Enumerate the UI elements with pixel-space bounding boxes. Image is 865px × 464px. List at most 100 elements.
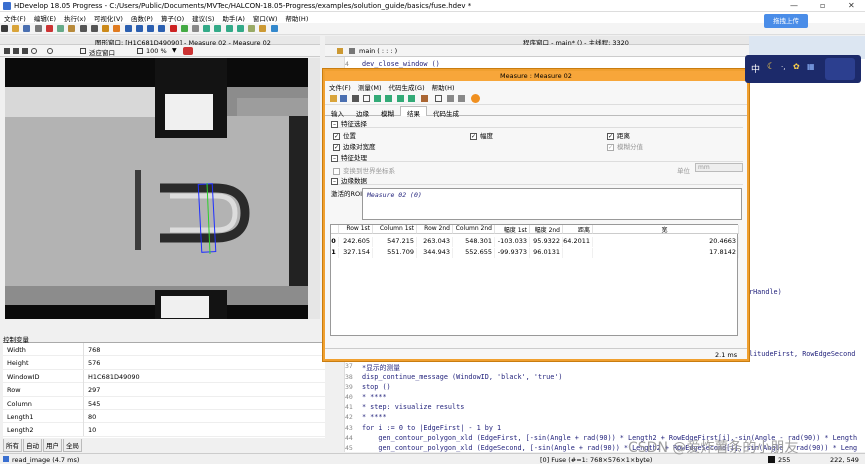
- tab-user[interactable]: 用户: [43, 439, 62, 452]
- roi-list[interactable]: Measure 02 (0): [362, 188, 742, 220]
- pan-icon[interactable]: [22, 48, 28, 54]
- code-line[interactable]: *显示的测量: [362, 362, 400, 372]
- copy-icon[interactable]: [458, 95, 465, 102]
- code-line[interactable]: * ****: [362, 413, 387, 421]
- tab-fuzzy[interactable]: 模糊: [375, 107, 400, 118]
- dialog-menu-help[interactable]: 帮助(H): [428, 81, 458, 92]
- roi-item[interactable]: Measure 02 (0): [367, 191, 422, 199]
- toolbox-icon[interactable]: ▦: [807, 62, 815, 71]
- redo-icon[interactable]: [90, 25, 98, 32]
- menu-execute[interactable]: 执行(x): [60, 12, 90, 23]
- feature-inspect-icon[interactable]: [225, 25, 233, 32]
- ocr-icon[interactable]: [259, 25, 267, 32]
- roi-icon[interactable]: [363, 95, 370, 102]
- pointer-icon[interactable]: [4, 48, 10, 54]
- column-header[interactable]: Row 1st: [339, 225, 373, 234]
- assistant-icon[interactable]: [191, 25, 199, 32]
- variable-row[interactable]: WindowID H1C681D49090: [3, 369, 340, 384]
- arrow-icon[interactable]: [374, 95, 381, 102]
- column-header[interactable]: [331, 225, 339, 234]
- step-over-icon[interactable]: [135, 25, 143, 32]
- save-icon[interactable]: [340, 95, 347, 102]
- save-icon[interactable]: [23, 25, 31, 32]
- distance-checkbox[interactable]: ✓ 距离: [607, 130, 630, 140]
- minimize-button[interactable]: —: [790, 1, 798, 10]
- new-file-icon[interactable]: [1, 25, 8, 32]
- ime-toolbar[interactable]: 中 ☾ ·, ✿ ▦: [745, 55, 861, 83]
- variable-row[interactable]: Column 545: [3, 396, 340, 410]
- menu-window[interactable]: 窗口(W): [249, 12, 282, 23]
- mascot-icon[interactable]: [825, 58, 855, 80]
- breakpoint-icon[interactable]: [113, 25, 121, 32]
- procedure-icon[interactable]: [349, 48, 355, 54]
- step-into-icon[interactable]: [147, 25, 155, 32]
- column-header[interactable]: 距离: [563, 225, 593, 234]
- close-button[interactable]: ✕: [848, 1, 855, 10]
- dialog-menu-measure[interactable]: 测量(M): [354, 81, 385, 92]
- open-file-icon[interactable]: [12, 25, 20, 32]
- drag-upload-button[interactable]: 拖拽上传: [764, 14, 808, 28]
- feature-processing-header[interactable]: – 特征处理: [331, 152, 743, 162]
- punctuation-icon[interactable]: ·,: [781, 63, 785, 71]
- ime-mode[interactable]: 中: [751, 62, 760, 75]
- magnify-icon[interactable]: [47, 48, 53, 54]
- print-icon[interactable]: [34, 25, 42, 32]
- gray-histogram-icon[interactable]: [236, 25, 244, 32]
- arc-icon[interactable]: [385, 95, 392, 102]
- position-checkbox[interactable]: ✓ 位置: [333, 130, 356, 140]
- menu-operators[interactable]: 算子(O): [157, 12, 188, 23]
- step-out-icon[interactable]: [158, 25, 166, 32]
- tab-codegen[interactable]: 代码生成: [427, 107, 465, 118]
- variable-row[interactable]: Length2 10: [3, 423, 340, 437]
- menu-visualize[interactable]: 可视化(V): [90, 12, 127, 23]
- stop-icon[interactable]: [169, 25, 177, 32]
- results-table[interactable]: Row 1st Column 1st Row 2nd Column 2nd 幅度 1st…: [330, 224, 739, 336]
- menu-edit[interactable]: 编辑(E): [30, 12, 60, 23]
- fit-window-label[interactable]: 适应窗口: [89, 47, 115, 57]
- pair-width-checkbox[interactable]: ✓ 边缘对宽度: [333, 141, 376, 151]
- tab-results[interactable]: 结果: [400, 106, 427, 118]
- amplitude-checkbox[interactable]: ✓ 幅度: [470, 130, 493, 140]
- cut-icon[interactable]: [45, 25, 53, 32]
- code-line[interactable]: for i := 0 to |EdgeFirst| - 1 by 1: [362, 424, 501, 432]
- tab-auto[interactable]: 自动: [23, 439, 42, 452]
- undo-icon[interactable]: [79, 25, 87, 32]
- help-icon[interactable]: [471, 94, 480, 103]
- menu-assistants[interactable]: 助手(A): [218, 12, 249, 23]
- variable-row[interactable]: Height 576: [3, 356, 340, 370]
- tab-input[interactable]: 输入: [325, 107, 350, 118]
- menu-file[interactable]: 文件(F): [0, 12, 30, 23]
- column-header[interactable]: Row 2nd: [417, 225, 453, 234]
- code-line[interactable]: * step: visualize results: [362, 403, 464, 411]
- fit-window-icon[interactable]: [80, 48, 86, 54]
- tab-all[interactable]: 所有: [3, 439, 22, 452]
- code-line[interactable]: stop (): [362, 383, 391, 391]
- tab-global[interactable]: 全局: [63, 439, 82, 452]
- graph-icon[interactable]: [421, 95, 428, 102]
- zoom-select[interactable]: 100 %: [146, 47, 167, 55]
- dialog-menu-codegen[interactable]: 代码生成(G): [385, 81, 428, 92]
- color-palette-icon[interactable]: [183, 47, 193, 55]
- edit-icon[interactable]: [397, 95, 404, 102]
- help-icon[interactable]: [270, 25, 278, 32]
- dialog-menu-file[interactable]: 文件(F): [325, 81, 354, 92]
- canvas-scrollbar[interactable]: [308, 58, 320, 319]
- monitor-icon[interactable]: [352, 95, 359, 102]
- column-header[interactable]: 幅度 2nd: [530, 225, 563, 234]
- zoom-dropdown-icon[interactable]: ▼: [172, 47, 177, 54]
- tab-edges[interactable]: 边缘: [350, 107, 375, 118]
- moon-icon[interactable]: ☾: [767, 62, 775, 72]
- skin-icon[interactable]: ✿: [793, 62, 800, 71]
- find-icon[interactable]: [102, 25, 110, 32]
- menu-help[interactable]: 帮助(H): [281, 12, 312, 23]
- reset-icon[interactable]: [180, 25, 188, 32]
- variable-row[interactable]: Width 768: [3, 343, 340, 357]
- column-header[interactable]: Column 1st: [373, 225, 417, 234]
- column-header[interactable]: Column 2nd: [453, 225, 495, 234]
- edge-data-header[interactable]: – 边缘数据: [331, 175, 743, 185]
- code-line[interactable]: dev_close_window (): [362, 60, 440, 68]
- run-icon[interactable]: [124, 25, 132, 32]
- histogram-icon[interactable]: [203, 25, 211, 32]
- variable-row[interactable]: Row 297: [3, 383, 340, 397]
- menu-suggestions[interactable]: 建议(S): [188, 12, 218, 23]
